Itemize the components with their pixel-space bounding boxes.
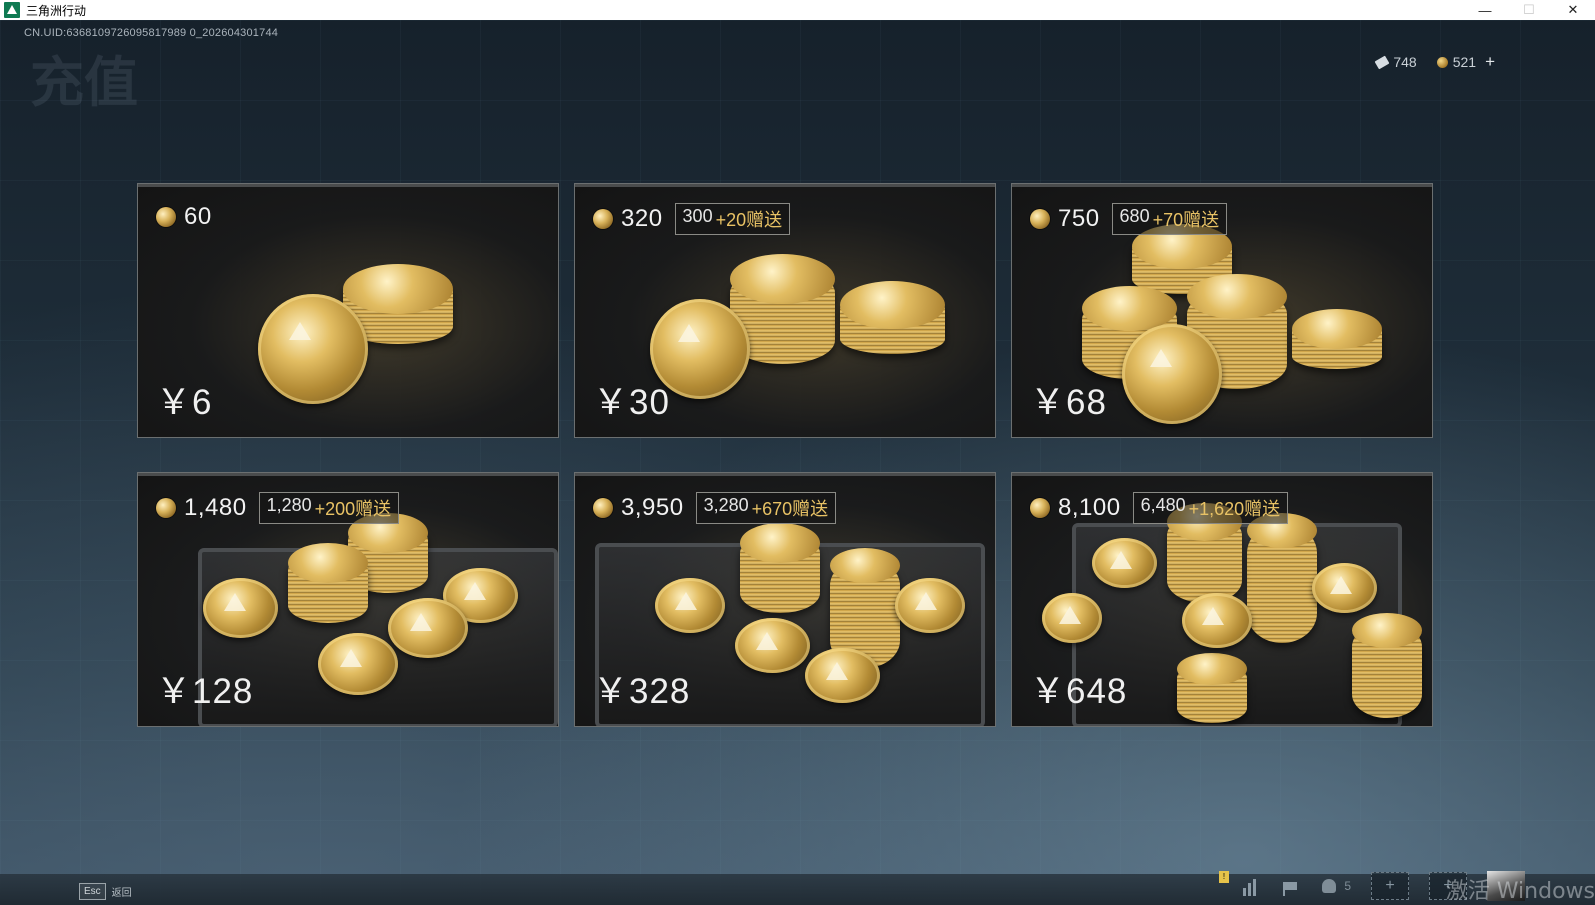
pack-amount: 320 xyxy=(621,205,663,232)
pack-price: ￥648 xyxy=(1030,672,1128,711)
bonus-gift: +200赠送 xyxy=(314,499,392,519)
currency-bar: 748 521 + xyxy=(1374,52,1495,72)
pack-price: ￥128 xyxy=(156,672,254,711)
flag-icon[interactable] xyxy=(1280,876,1302,896)
bonus-gift: +1,620赠送 xyxy=(1188,499,1281,519)
pack-price: ￥328 xyxy=(593,672,691,711)
pack-card-3950[interactable]: 3,950 3,280 +670赠送 ￥328 xyxy=(574,472,996,727)
bonus-base: 1,280 xyxy=(266,495,312,515)
ticket-balance: 748 xyxy=(1374,54,1417,70)
bonus-badge: 680 +70赠送 xyxy=(1111,203,1228,235)
friends-button[interactable]: 5 xyxy=(1322,879,1351,893)
coin-icon xyxy=(156,498,176,518)
pack-card-750[interactable]: 750 680 +70赠送 ￥68 xyxy=(1011,183,1433,438)
pack-amount-row: 750 680 +70赠送 xyxy=(1030,203,1228,235)
coin-icon xyxy=(593,209,613,229)
coin-icon xyxy=(1436,56,1448,68)
bonus-gift: +70赠送 xyxy=(1152,210,1220,230)
bonus-base: 680 xyxy=(1119,206,1150,226)
bottom-bar: Esc 返回 ! 5 + + 激活 Windows xyxy=(0,871,1595,905)
pack-price: ￥6 xyxy=(156,383,213,422)
close-button[interactable]: ✕ xyxy=(1551,0,1595,20)
pack-card-8100[interactable]: 8,100 6,480 +1,620赠送 ￥648 xyxy=(1011,472,1433,727)
window-title: 三角洲行动 xyxy=(26,3,87,18)
pack-amount: 3,950 xyxy=(621,494,684,521)
pack-card-1480[interactable]: 1,480 1,280 +200赠送 ￥128 xyxy=(137,472,559,727)
bonus-badge: 1,280 +200赠送 xyxy=(258,492,400,524)
coin-count: 521 xyxy=(1452,54,1477,70)
page-title: 充值 xyxy=(30,51,138,114)
window-titlebar: 三角洲行动 — ☐ ✕ xyxy=(0,0,1595,20)
bonus-base: 300 xyxy=(682,206,713,226)
esc-key: Esc xyxy=(79,883,106,900)
pack-card-60[interactable]: 60 ￥6 xyxy=(137,183,559,438)
add-slot-button-1[interactable]: + xyxy=(1371,872,1409,900)
bonus-gift: +20赠送 xyxy=(715,210,783,230)
stats-icon[interactable] xyxy=(1238,876,1260,896)
notification-badge: ! xyxy=(1219,871,1229,883)
coin-icon xyxy=(1030,209,1050,229)
pack-card-320[interactable]: 320 300 +20赠送 ￥30 xyxy=(574,183,996,438)
add-coins-button[interactable]: + xyxy=(1485,52,1495,72)
coin-balance: 521 + xyxy=(1436,52,1495,72)
coin-icon xyxy=(156,207,176,227)
pack-amount: 8,100 xyxy=(1058,494,1121,521)
pack-amount: 750 xyxy=(1058,205,1100,232)
bonus-base: 3,280 xyxy=(703,495,749,515)
coin-icon xyxy=(1030,498,1050,518)
pack-amount: 1,480 xyxy=(184,494,247,521)
ticket-count: 748 xyxy=(1393,54,1417,70)
pack-amount-row: 8,100 6,480 +1,620赠送 xyxy=(1030,492,1289,524)
bonus-badge: 6,480 +1,620赠送 xyxy=(1132,492,1289,524)
bonus-badge: 3,280 +670赠送 xyxy=(695,492,837,524)
bonus-badge: 300 +20赠送 xyxy=(674,203,791,235)
bonus-gift: +670赠送 xyxy=(751,499,829,519)
background-grid xyxy=(0,20,1595,905)
coin-icon xyxy=(593,498,613,518)
window-controls: — ☐ ✕ xyxy=(1463,0,1595,20)
friends-count: 5 xyxy=(1344,879,1351,893)
windows-activation-watermark: 激活 Windows xyxy=(1445,879,1595,904)
back-label: 返回 xyxy=(111,888,132,899)
app-logo-icon xyxy=(4,2,20,18)
bonus-base: 6,480 xyxy=(1140,495,1186,515)
minimize-button[interactable]: — xyxy=(1463,0,1507,20)
person-icon xyxy=(1322,879,1337,893)
maximize-button[interactable]: ☐ xyxy=(1507,0,1551,20)
ticket-icon xyxy=(1374,55,1390,69)
pack-amount-row: 1,480 1,280 +200赠送 xyxy=(156,492,400,524)
pack-amount-row: 320 300 +20赠送 xyxy=(593,203,791,235)
pack-price: ￥68 xyxy=(1030,383,1107,422)
pack-price: ￥30 xyxy=(593,383,670,422)
pack-amount-row: 3,950 3,280 +670赠送 xyxy=(593,492,837,524)
back-button[interactable]: Esc 返回 xyxy=(79,883,132,900)
store-screen: CN.UID:6368109726095817989 0_20260430174… xyxy=(0,20,1595,905)
pack-amount: 60 xyxy=(184,203,212,230)
pack-amount-row: 60 xyxy=(156,203,212,231)
